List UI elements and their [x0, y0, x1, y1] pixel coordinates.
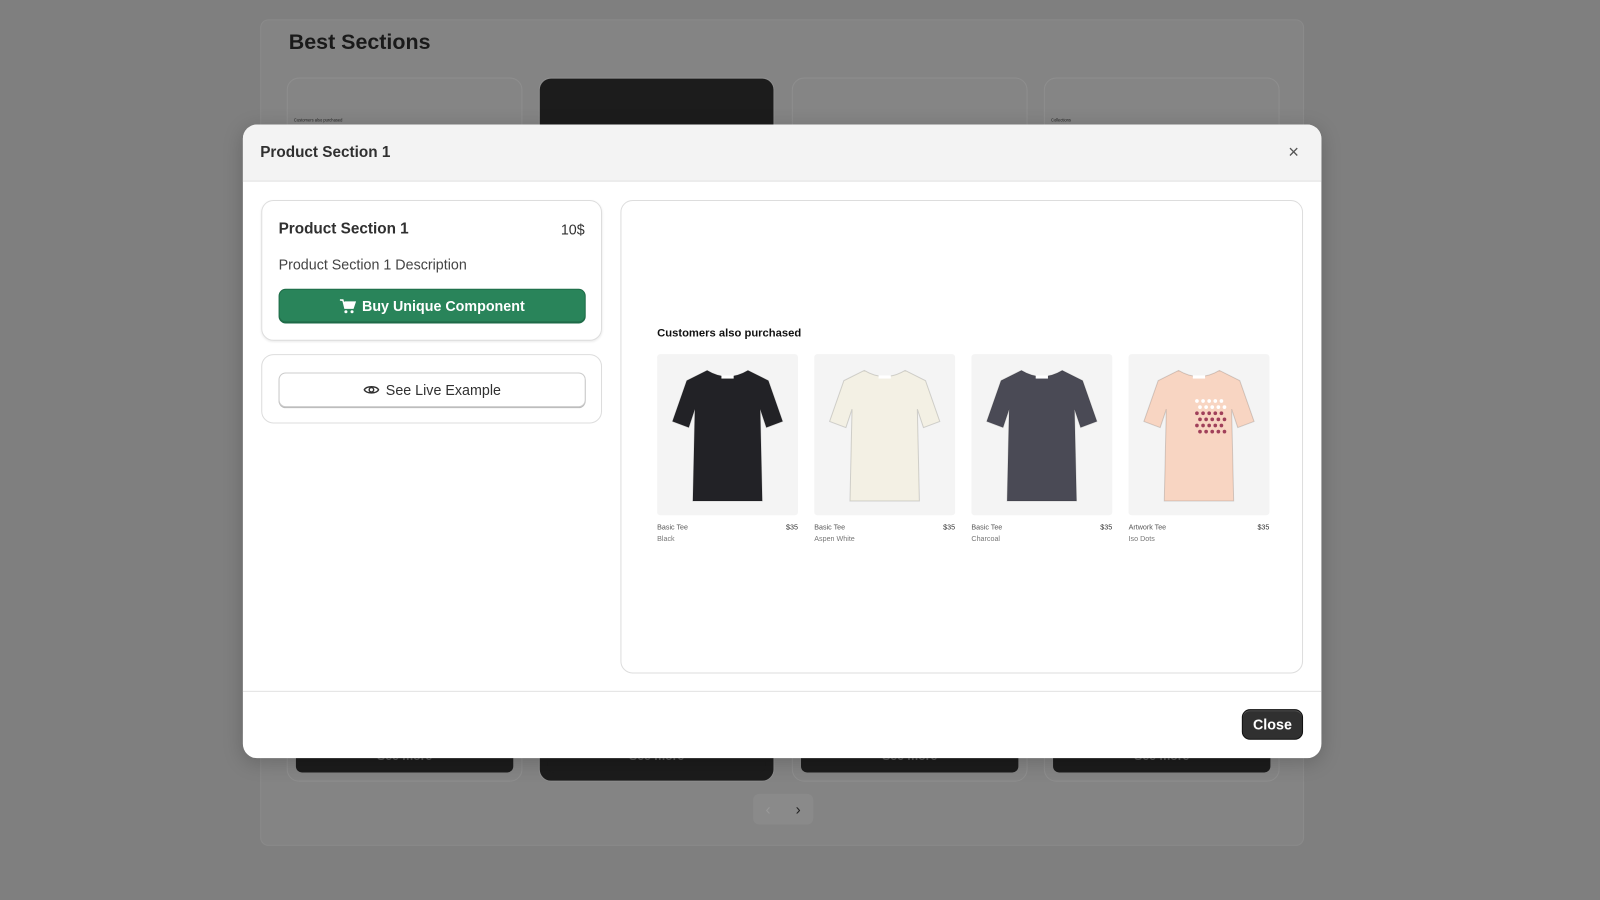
close-button[interactable]: Close: [1241, 709, 1304, 740]
product-color: Black: [657, 535, 675, 543]
product-name: Basic Tee: [971, 524, 1003, 532]
product-info-card: Product Section 1 10$ Product Section 1 …: [261, 199, 603, 341]
preview-title: Customers also purchased: [657, 327, 802, 340]
pagination: ‹ ›: [753, 793, 814, 825]
cart-icon: [339, 298, 356, 313]
section-title: Best Sections: [288, 30, 431, 55]
live-example-card: See Live Example: [261, 354, 603, 424]
product-card[interactable]: Basic Tee $35 Charcoal: [971, 354, 1113, 543]
product-image: [1128, 354, 1270, 516]
product-card[interactable]: Basic Tee $35 Aspen White: [814, 354, 956, 543]
product-image: [657, 354, 798, 516]
modal-footer: Close: [242, 690, 1322, 758]
product-description: Product Section 1 Description: [278, 256, 467, 273]
product-name: Basic Tee: [657, 524, 688, 532]
product-name: Product Section 1: [278, 220, 409, 238]
product-price: $35: [1257, 524, 1270, 532]
next-page-button[interactable]: ›: [796, 801, 801, 818]
close-icon[interactable]: ×: [1288, 142, 1299, 163]
product-price: $35: [943, 524, 956, 532]
modal-header: Product Section 1 ×: [242, 124, 1322, 182]
product-modal: Product Section 1 × Product Section 1 10…: [242, 124, 1322, 759]
product-name: Basic Tee: [814, 524, 846, 532]
product-card[interactable]: Artwork Tee $35 Iso Dots: [1128, 354, 1270, 543]
product-name: Artwork Tee: [1128, 524, 1167, 532]
eye-icon: [363, 386, 380, 394]
product-color: Aspen White: [814, 535, 855, 543]
product-image: [971, 354, 1113, 516]
preview-frame: Customers also purchased Basic Tee $35 Bl…: [620, 199, 1304, 674]
modal-title: Product Section 1: [260, 143, 391, 162]
product-price: $35: [1100, 524, 1113, 532]
product-price: $35: [786, 524, 798, 532]
buy-button[interactable]: Buy Unique Component: [278, 288, 586, 324]
see-live-example-button[interactable]: See Live Example: [278, 372, 586, 408]
product-color: Iso Dots: [1128, 535, 1155, 543]
product-card[interactable]: Basic Tee $35 Black: [657, 354, 798, 543]
product-price: 10$: [560, 221, 585, 238]
product-image: [814, 354, 956, 516]
product-color: Charcoal: [971, 535, 1001, 543]
prev-page-button[interactable]: ‹: [766, 801, 771, 818]
